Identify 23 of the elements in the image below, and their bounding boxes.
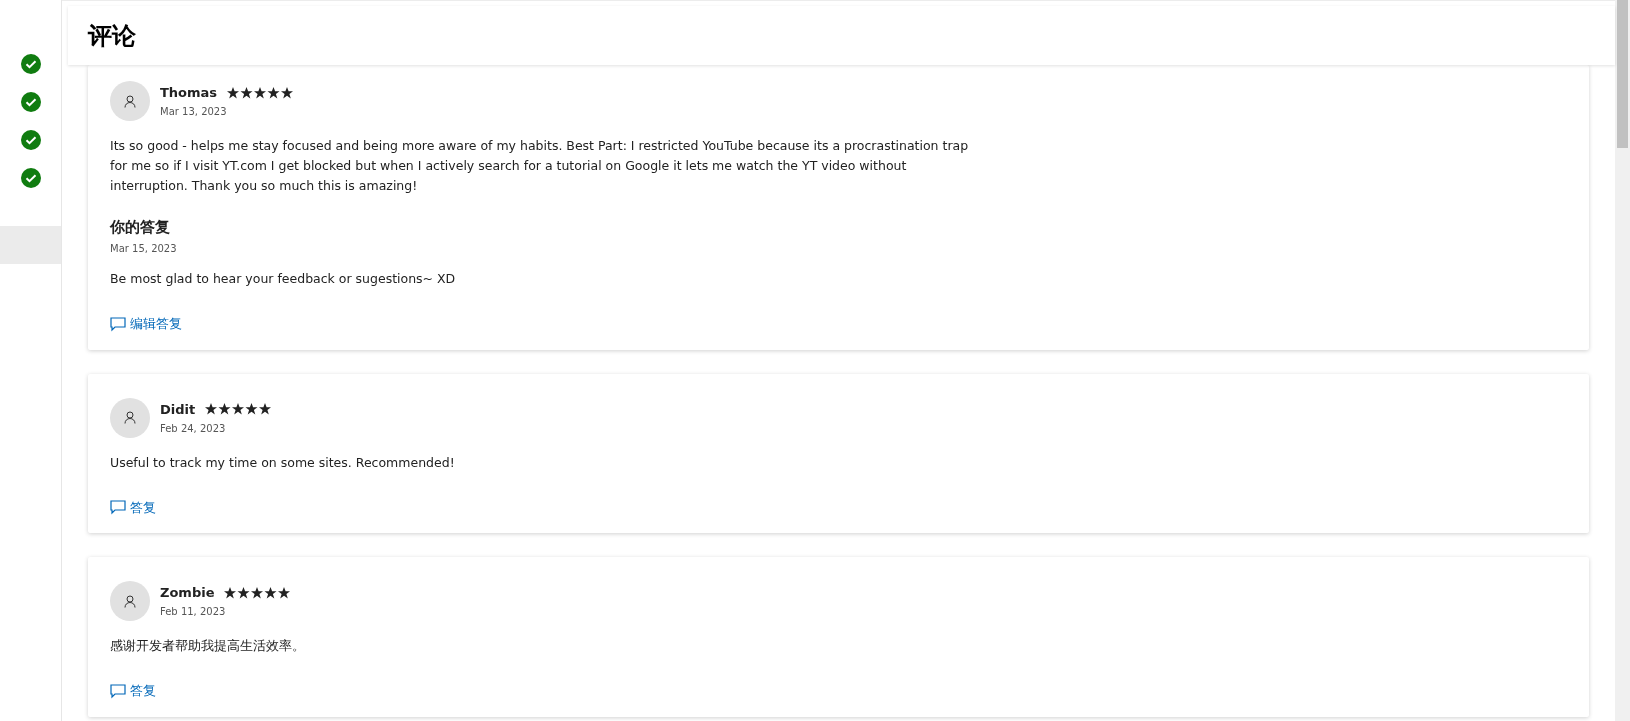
reply-link[interactable]: 答复 [110, 498, 156, 517]
comment-icon [110, 316, 126, 332]
review-text: 感谢开发者帮助我提高生活效率。 [110, 637, 306, 655]
comment-icon [110, 500, 126, 515]
review-date: Mar 13, 2023 [160, 106, 228, 117]
review-date: Feb 11, 2023 [160, 606, 227, 617]
reply-link[interactable]: 编辑答复 [110, 315, 182, 333]
review-text: Useful to track my time on some sites. Recommended! [110, 453, 456, 472]
reply-link[interactable]: 答复 [110, 682, 156, 700]
review-text: Its so good - helps me stay focused and being more aware of my habits. Best Part: I restricted YouTube because its a procrastination trap for me so if I visit YT.com I get blocked but when I actively search for a tutorial on Google it lets me watch the YT video without interruption. Thank you so much this is amazing! [110, 137, 970, 195]
comment-icon [110, 683, 126, 699]
person-icon [124, 594, 136, 608]
reply-heading: 你的答复 [110, 218, 171, 237]
reply-date: Mar 15, 2023 [110, 243, 178, 254]
reply-text: Be most glad to hear your feedback or sugestions~ XD [110, 270, 457, 288]
person-icon [124, 411, 136, 424]
person-icon [124, 94, 136, 108]
scrollbar-thumb[interactable] [1617, 0, 1628, 148]
reviewer-name: Didit [160, 401, 196, 417]
page-title: 评论 [88, 20, 136, 52]
reviewer-name: Zombie [160, 585, 215, 600]
reviewer-name: Thomas [160, 85, 218, 100]
review-date: Feb 24, 2023 [160, 422, 227, 434]
